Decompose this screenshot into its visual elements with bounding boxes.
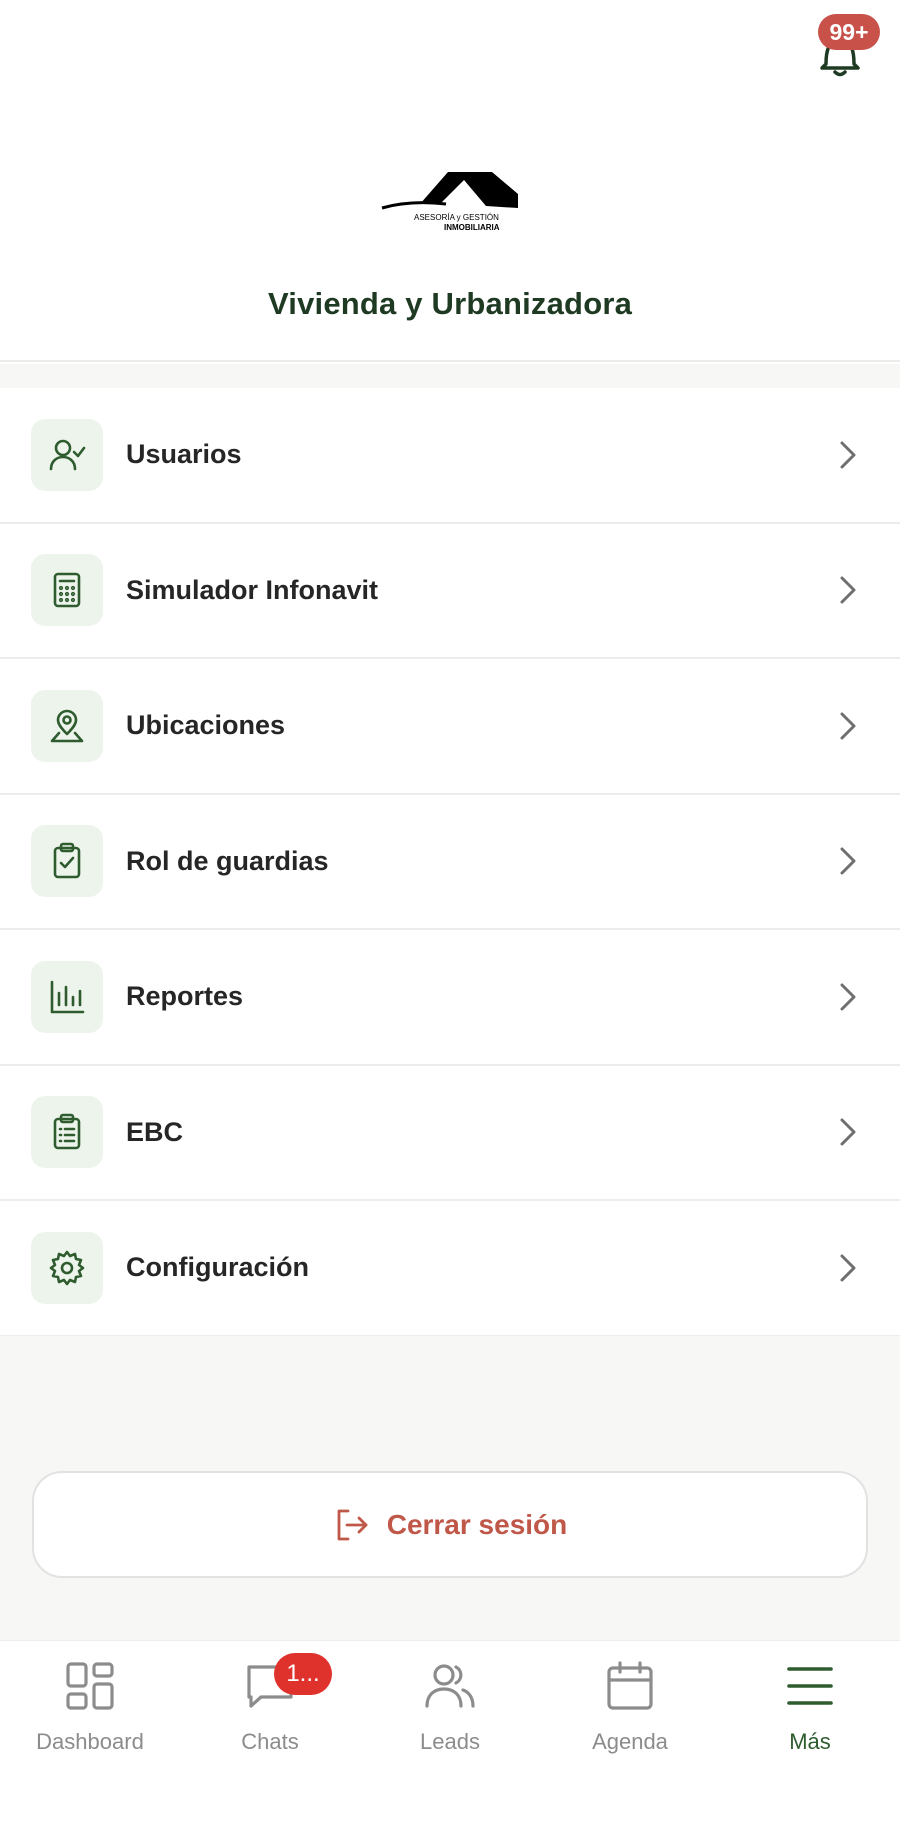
chevron-right-icon [840, 983, 856, 1011]
tab-label: Más [789, 1729, 831, 1754]
header: 99+ ASESORÍA y GESTIÓN INMOBILIARIA Vivi… [0, 0, 900, 362]
menu-item-rol-de-guardias[interactable]: Rol de guardias [0, 794, 900, 930]
menu-item-ubicaciones[interactable]: Ubicaciones [0, 659, 900, 795]
company-name: Vivienda y Urbanizadora [267, 286, 633, 321]
section-spacer [0, 364, 900, 388]
bar-chart-icon [31, 960, 103, 1033]
tab-label: Chats [241, 1729, 299, 1754]
tab-label: Dashboard [36, 1729, 144, 1754]
chats-badge: 1... [274, 1653, 332, 1695]
logout-button[interactable]: Cerrar sesión [32, 1471, 868, 1578]
calendar-icon [607, 1661, 653, 1710]
svg-text:ASESORÍA y GESTIÓN: ASESORÍA y GESTIÓN [414, 213, 499, 222]
menu-item-label: Rol de guardias [126, 845, 329, 876]
svg-text:INMOBILIARIA: INMOBILIARIA [444, 223, 500, 232]
logout-label: Cerrar sesión [386, 1508, 568, 1540]
menu-icon [787, 1667, 833, 1705]
menu-item-ebc[interactable]: EBC [0, 1065, 900, 1201]
menu-item-label: Configuración [126, 1252, 309, 1283]
user-check-icon [31, 418, 103, 491]
calculator-icon [31, 554, 103, 627]
dashboard-icon [66, 1662, 114, 1710]
menu-item-label: EBC [126, 1116, 184, 1147]
gear-icon [31, 1231, 103, 1304]
clipboard-list-icon [31, 1096, 103, 1169]
chevron-right-icon [840, 712, 856, 740]
clipboard-check-icon [31, 825, 103, 898]
tab-dashboard[interactable]: Dashboard [0, 1659, 180, 1769]
logout-icon [337, 1509, 368, 1540]
users-icon [425, 1664, 475, 1708]
chevron-right-icon [840, 1118, 856, 1146]
notifications-badge: 99+ [818, 14, 880, 50]
chevron-right-icon [840, 441, 856, 469]
menu-item-configuracion[interactable]: Configuración [0, 1201, 900, 1337]
menu-item-simulador-infonavit[interactable]: Simulador Infonavit [0, 523, 900, 659]
chevron-right-icon [840, 1254, 856, 1282]
notifications-button[interactable]: 99+ [812, 14, 880, 78]
tab-leads[interactable]: Leads [360, 1659, 540, 1769]
menu-item-label: Simulador Infonavit [126, 574, 379, 605]
map-pin-icon [31, 689, 103, 762]
chevron-right-icon [840, 847, 856, 875]
tab-label: Agenda [592, 1729, 668, 1754]
tab-label: Leads [420, 1729, 480, 1754]
tab-chats[interactable]: 1... Chats [180, 1653, 360, 1769]
bottom-tab-bar: Dashboard 1... Chats Leads Agenda Más [0, 1640, 900, 1825]
menu-item-label: Usuarios [126, 439, 242, 470]
chevron-right-icon [840, 576, 856, 604]
menu-item-label: Ubicaciones [126, 710, 286, 741]
menu-item-usuarios[interactable]: Usuarios [0, 388, 900, 524]
tab-mas[interactable]: Más [720, 1659, 900, 1769]
company-logo: ASESORÍA y GESTIÓN INMOBILIARIA [380, 164, 520, 236]
menu-list: Usuarios Simulador Infonavit Ubicaciones [0, 388, 900, 1337]
tab-agenda[interactable]: Agenda [540, 1659, 720, 1769]
menu-item-label: Reportes [126, 981, 244, 1012]
menu-item-reportes[interactable]: Reportes [0, 930, 900, 1066]
